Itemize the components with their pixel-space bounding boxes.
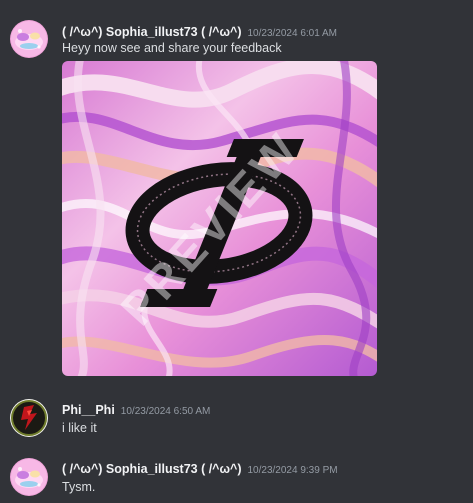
user-avatar[interactable] [10, 20, 48, 58]
username[interactable]: Phi__Phi [62, 403, 115, 417]
message-1: ( /^ω^) Sophia_illust73 ( /^ω^) 10/23/202… [0, 0, 473, 380]
image-attachment[interactable]: PREVIEW [62, 61, 377, 376]
user-avatar[interactable] [10, 399, 48, 437]
red-dark-avatar-icon [10, 399, 48, 437]
marbled-logo-artwork: PREVIEW [62, 61, 377, 376]
message-text: i like it [62, 421, 97, 435]
username[interactable]: ( /^ω^) Sophia_illust73 ( /^ω^) [62, 25, 242, 39]
pink-cloud-avatar-icon [10, 458, 48, 496]
message-text: Heyy now see and share your feedback [62, 41, 282, 55]
message-3: ( /^ω^) Sophia_illust73 ( /^ω^) 10/23/202… [0, 450, 473, 503]
user-avatar[interactable] [10, 458, 48, 496]
username[interactable]: ( /^ω^) Sophia_illust73 ( /^ω^) [62, 462, 242, 476]
chat-log: ( /^ω^) Sophia_illust73 ( /^ω^) 10/23/202… [0, 0, 473, 503]
timestamp: 10/23/2024 6:01 AM [247, 28, 338, 39]
timestamp: 10/23/2024 9:39 PM [247, 465, 338, 476]
pink-cloud-avatar-icon [10, 20, 48, 58]
timestamp: 10/23/2024 6:50 AM [120, 406, 211, 417]
message-text: Tysm. [62, 480, 96, 494]
message-2: Phi__Phi 10/23/2024 6:50 AM i like it [0, 380, 473, 450]
